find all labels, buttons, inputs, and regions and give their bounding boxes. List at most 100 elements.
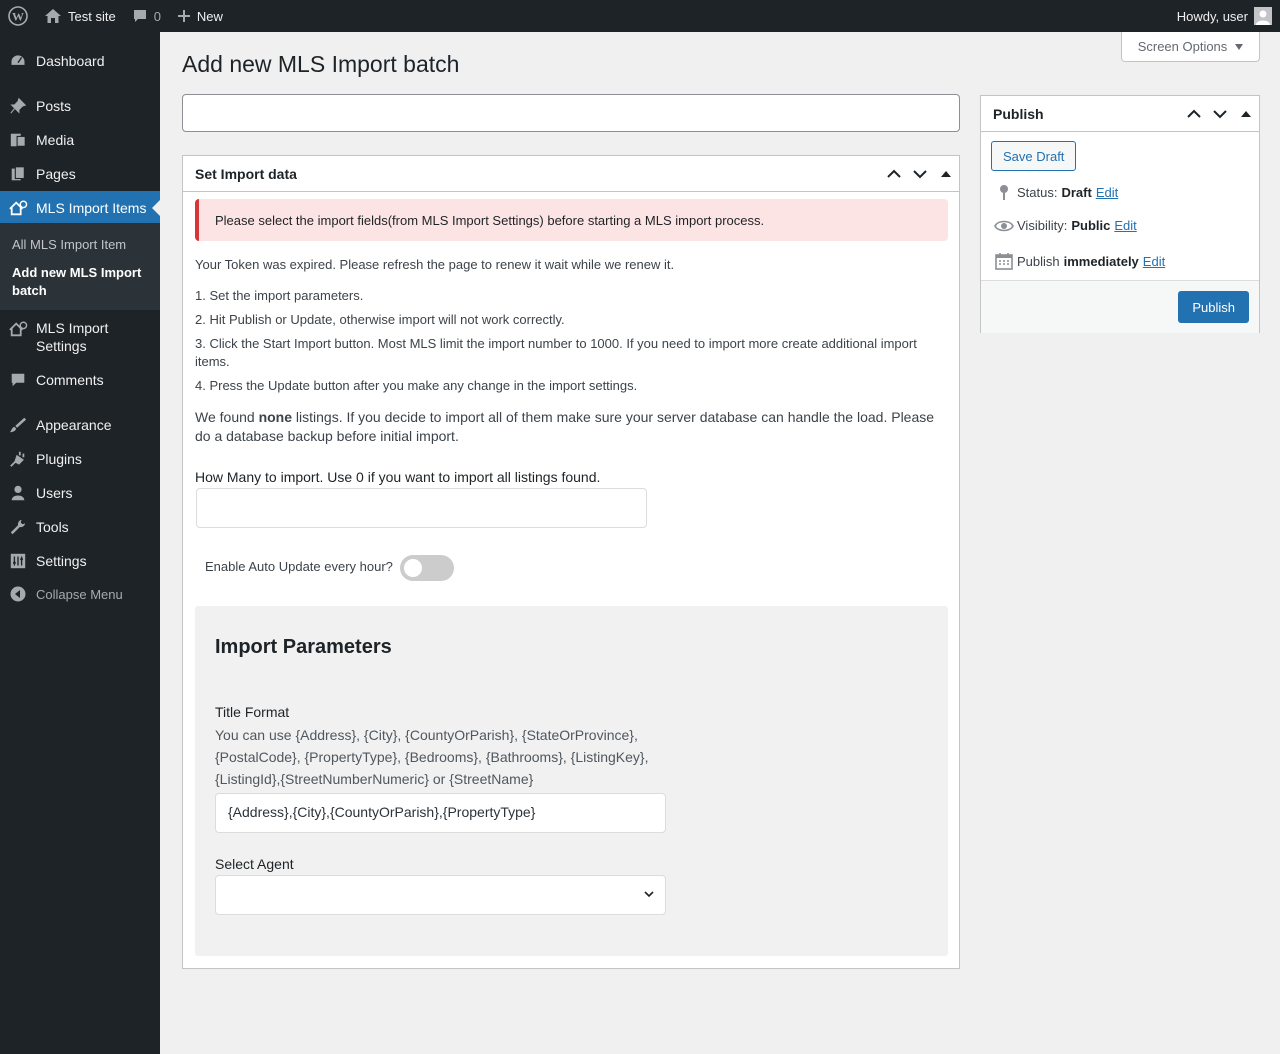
sidebar-item-label: Tools — [36, 519, 69, 535]
edit-publish-date-link[interactable]: Edit — [1143, 254, 1165, 269]
sidebar-item-label: Appearance — [36, 417, 112, 433]
import-parameters-panel: Import Parameters Title Format You can u… — [195, 606, 948, 956]
dashboard-icon — [0, 52, 36, 70]
collapse-label: Collapse Menu — [36, 586, 123, 602]
pin-icon — [0, 97, 36, 115]
sidebar-item-label: MLS Import Settings — [36, 320, 109, 354]
toggle-panel-icon[interactable] — [933, 156, 959, 192]
sidebar-item-pages[interactable]: Pages — [0, 157, 160, 191]
postbox-title: Set Import data — [195, 165, 297, 182]
step-4: 4. Press the Update button after you mak… — [195, 378, 638, 393]
title-format-label: Title Format — [215, 704, 290, 720]
move-up-icon[interactable] — [1181, 96, 1207, 132]
set-import-data-box: Set Import data Please select the import… — [182, 155, 960, 969]
new-content-link[interactable]: New — [169, 0, 231, 32]
toggle-knob — [404, 559, 422, 577]
select-agent-dropdown[interactable] — [215, 875, 666, 915]
svg-text:W: W — [12, 10, 24, 24]
screen-options-button[interactable]: Screen Options — [1121, 32, 1260, 62]
home-icon — [44, 8, 62, 24]
sidebar-item-label: Media — [36, 132, 75, 148]
sidebar-item-plugins[interactable]: Plugins — [0, 442, 160, 476]
step-3: 3. Click the Start Import button. Most M… — [195, 336, 917, 369]
sidebar-item-mls-import-settings[interactable]: MLS Import Settings — [0, 319, 160, 355]
collapse-menu-button[interactable]: Collapse Menu — [0, 577, 160, 611]
admin-sidebar: Dashboard Posts Media Pages MLS Import I… — [0, 32, 160, 1054]
title-format-value: {Address},{City},{CountyOrParish},{Prope… — [228, 804, 536, 820]
comments-link[interactable]: 0 — [124, 0, 169, 32]
screen-options-label: Screen Options — [1137, 39, 1228, 54]
publish-button[interactable]: Publish — [1178, 291, 1249, 323]
settings-icon — [0, 552, 36, 570]
token-message: Your Token was expired. Please refresh t… — [195, 257, 675, 272]
calendar-icon — [991, 252, 1017, 270]
publish-actions: Publish — [981, 280, 1259, 333]
save-draft-button[interactable]: Save Draft — [991, 141, 1077, 171]
sidebar-item-label: Settings — [36, 553, 87, 569]
title-format-input[interactable]: {Address},{City},{CountyOrParish},{Prope… — [215, 793, 666, 833]
move-down-icon[interactable] — [1207, 96, 1233, 132]
title-input[interactable] — [182, 94, 960, 132]
publish-value: immediately — [1063, 253, 1139, 269]
visibility-row: Visibility: Public Edit — [991, 218, 1137, 233]
import-parameters-heading: Import Parameters — [215, 636, 392, 658]
chevron-down-icon — [643, 888, 655, 903]
caret-down-icon — [1235, 43, 1244, 50]
wordpress-logo-icon[interactable]: W — [0, 0, 36, 32]
sidebar-item-appearance[interactable]: Appearance — [0, 408, 160, 442]
listings-found-message: We found none listings. If you decide to… — [195, 409, 935, 444]
postbox-header: Set Import data — [183, 156, 959, 192]
collapse-arrow-icon — [0, 586, 36, 602]
auto-update-toggle[interactable] — [400, 555, 454, 581]
error-notice: Please select the import fields(from MLS… — [195, 199, 948, 241]
site-name: Test site — [68, 8, 116, 24]
publish-box: Publish Save Draft Status: Draft Edit Vi… — [980, 95, 1260, 333]
plugin-icon — [0, 450, 36, 468]
sidebar-item-comments[interactable]: Comments — [0, 363, 160, 397]
status-row: Status: Draft Edit — [991, 184, 1118, 200]
sidebar-item-label: Pages — [36, 166, 76, 182]
title-format-help: You can use {Address}, {City}, {CountyOr… — [215, 727, 649, 787]
sidebar-item-label: Plugins — [36, 451, 82, 467]
step-2: 2. Hit Publish or Update, otherwise impo… — [195, 312, 565, 327]
pages-icon — [0, 165, 36, 183]
sidebar-item-users[interactable]: Users — [0, 476, 160, 510]
edit-visibility-link[interactable]: Edit — [1114, 218, 1136, 233]
mls-import-submenu: All MLS Import Item Add new MLS Import b… — [0, 223, 160, 310]
publish-label: Publish — [1017, 253, 1060, 269]
toggle-panel-icon[interactable] — [1233, 96, 1259, 132]
move-up-icon[interactable] — [881, 156, 907, 192]
howdy-text: Howdy, user — [1176, 8, 1248, 24]
submenu-all-mls-import-item[interactable]: All MLS Import Item — [12, 236, 152, 254]
move-down-icon[interactable] — [907, 156, 933, 192]
site-name-link[interactable]: Test site — [36, 0, 124, 32]
sidebar-item-label: Users — [36, 485, 73, 501]
listings-found-count: none — [258, 409, 293, 425]
submenu-add-new-mls-import-batch[interactable]: Add new MLS Import batch — [12, 264, 152, 300]
sidebar-item-posts[interactable]: Posts — [0, 89, 160, 123]
wrench-icon — [0, 518, 36, 536]
sidebar-item-mls-import-items[interactable]: MLS Import Items — [0, 191, 160, 225]
step-1: 1. Set the import parameters. — [195, 288, 364, 303]
sidebar-item-label: Comments — [36, 372, 104, 388]
sidebar-item-tools[interactable]: Tools — [0, 510, 160, 544]
my-account-link[interactable]: Howdy, user — [1169, 0, 1280, 32]
visibility-label: Visibility: — [1017, 218, 1068, 233]
how-many-label: How Many to import. Use 0 if you want to… — [195, 469, 601, 485]
comment-bubble-icon — [132, 8, 148, 24]
media-icon — [0, 131, 36, 149]
admin-bar: W Test site 0 New Howdy, user — [0, 0, 1280, 32]
sidebar-item-label: Posts — [36, 98, 72, 114]
plus-icon — [177, 9, 191, 23]
sidebar-item-media[interactable]: Media — [0, 123, 160, 157]
postbox-header: Publish — [981, 96, 1259, 132]
pin-icon — [991, 184, 1017, 200]
house-cloud-icon — [0, 319, 36, 338]
comments-count: 0 — [153, 8, 161, 24]
how-many-input[interactable] — [196, 488, 647, 528]
publish-date-row: Publish immediately Edit — [991, 252, 1165, 270]
eye-icon — [991, 219, 1017, 233]
sidebar-item-settings[interactable]: Settings — [0, 544, 160, 578]
sidebar-item-dashboard[interactable]: Dashboard — [0, 44, 160, 78]
edit-status-link[interactable]: Edit — [1096, 185, 1118, 200]
